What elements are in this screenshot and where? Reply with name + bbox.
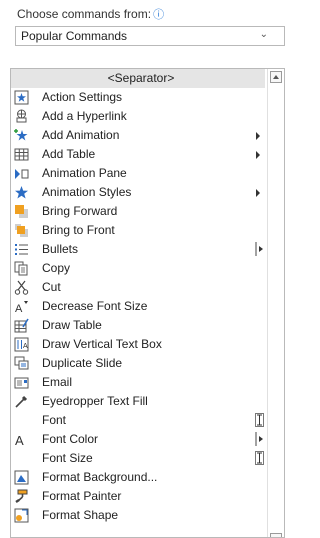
scroll-down-button[interactable] <box>270 533 282 537</box>
command-label: Format Background... <box>42 470 158 484</box>
command-item[interactable]: Eyedropper Text Fill <box>11 392 265 411</box>
command-item[interactable]: Email <box>11 373 265 392</box>
command-item[interactable]: Draw Table <box>11 316 265 335</box>
copy-icon <box>14 261 29 276</box>
svg-text:A: A <box>15 303 23 314</box>
format-shape-icon <box>14 508 29 523</box>
command-label: Add Table <box>42 147 96 161</box>
vertical-text-box-icon: A <box>14 337 29 352</box>
email-icon <box>14 375 29 390</box>
svg-text:A: A <box>15 433 24 447</box>
eyedropper-icon <box>14 394 29 409</box>
separator-item[interactable]: <Separator> <box>11 69 265 88</box>
choose-commands-text: Choose commands from: <box>17 7 152 21</box>
command-item[interactable]: Bullets <box>11 240 265 259</box>
command-item[interactable]: Bring to Front <box>11 221 265 240</box>
command-label: Font Size <box>42 451 93 465</box>
command-label: Animation Styles <box>42 185 132 199</box>
command-label: Bring to Front <box>42 223 115 237</box>
command-label: Bring Forward <box>42 204 118 218</box>
command-label: Email <box>42 375 73 389</box>
command-label: Font <box>42 413 67 427</box>
command-label: <Separator> <box>107 71 175 85</box>
animation-pane-icon <box>14 166 29 181</box>
command-label: Add Animation <box>42 128 120 142</box>
command-label: Bullets <box>42 242 79 256</box>
command-label: Action Settings <box>42 90 123 104</box>
submenu-arrow-icon <box>256 132 260 140</box>
commands-source-dropdown[interactable]: Popular Commands ⌄ <box>15 26 285 46</box>
hyperlink-icon <box>14 109 29 124</box>
chevron-down-icon[interactable]: ⌄ <box>260 29 268 40</box>
animation-styles-icon <box>14 185 29 200</box>
commands-source-value: Popular Commands <box>21 29 128 43</box>
text-field-picker-icon <box>255 451 264 465</box>
command-label: Font Color <box>42 432 99 446</box>
command-label: Format Shape <box>42 508 119 522</box>
choose-commands-label: Choose commands from: ⓘ <box>17 6 164 22</box>
command-item[interactable]: Format Shape <box>11 506 265 525</box>
command-item[interactable]: Format Background... <box>11 468 265 487</box>
command-label: Animation Pane <box>42 166 127 180</box>
command-item[interactable]: Add Animation <box>11 126 265 145</box>
duplicate-slide-icon <box>14 356 29 371</box>
command-item[interactable]: A Decrease Font Size <box>11 297 265 316</box>
command-label: Cut <box>42 280 61 294</box>
split-picker-icon <box>255 432 264 446</box>
table-icon <box>14 147 29 162</box>
add-animation-icon <box>14 128 29 143</box>
command-label: Decrease Font Size <box>42 299 148 313</box>
commands-list[interactable]: <Separator> Action Settings Add a Hyperlin… <box>10 68 285 538</box>
command-item[interactable]: Add Table <box>11 145 265 164</box>
submenu-arrow-icon <box>256 151 260 159</box>
command-item[interactable]: Animation Styles <box>11 183 265 202</box>
bring-to-front-icon <box>14 223 29 238</box>
format-background-icon <box>14 470 29 485</box>
decrease-font-size-icon: A <box>14 299 29 315</box>
command-item[interactable]: Font Size <box>11 449 265 468</box>
vertical-scrollbar[interactable] <box>267 69 284 537</box>
bullets-icon <box>14 242 29 257</box>
command-item[interactable]: Action Settings <box>11 88 265 107</box>
command-item[interactable]: Animation Pane <box>11 164 265 183</box>
scroll-up-button[interactable] <box>270 71 282 83</box>
command-item[interactable]: A Font Color <box>11 430 265 449</box>
command-item[interactable]: Bring Forward <box>11 202 265 221</box>
cut-icon <box>14 280 29 295</box>
svg-text:A: A <box>23 343 28 350</box>
draw-table-icon <box>14 318 29 333</box>
submenu-arrow-icon <box>256 189 260 197</box>
command-item[interactable]: Format Painter <box>11 487 265 506</box>
text-field-picker-icon <box>255 413 264 427</box>
info-icon[interactable]: ⓘ <box>153 6 164 22</box>
command-item[interactable]: Duplicate Slide <box>11 354 265 373</box>
command-label: Draw Table <box>42 318 102 332</box>
split-picker-icon <box>255 242 264 256</box>
command-item[interactable]: A Draw Vertical Text Box <box>11 335 265 354</box>
command-label: Copy <box>42 261 71 275</box>
command-label: Draw Vertical Text Box <box>42 337 162 351</box>
command-item[interactable]: Add a Hyperlink <box>11 107 265 126</box>
command-item[interactable]: Font <box>11 411 265 430</box>
command-item[interactable]: Cut <box>11 278 265 297</box>
command-label: Add a Hyperlink <box>42 109 127 123</box>
font-color-icon: A <box>14 432 29 448</box>
command-label: Duplicate Slide <box>42 356 123 370</box>
action-settings-icon <box>14 90 29 105</box>
bring-forward-icon <box>14 204 29 219</box>
command-label: Eyedropper Text Fill <box>42 394 148 408</box>
format-painter-icon <box>14 489 29 504</box>
command-item[interactable]: Copy <box>11 259 265 278</box>
command-label: Format Painter <box>42 489 122 503</box>
